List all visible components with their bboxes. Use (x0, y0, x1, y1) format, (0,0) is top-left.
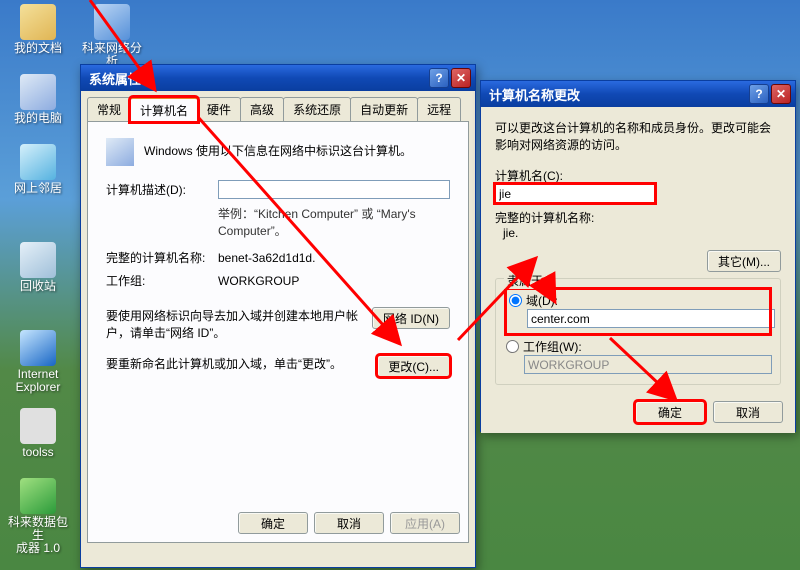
workgroup-label: 工作组: (106, 272, 218, 289)
desktop-icon-ie[interactable]: Internet Explorer (6, 330, 70, 394)
domain-radio[interactable] (509, 294, 522, 307)
titlebar[interactable]: 系统属性 ? ✕ (81, 65, 475, 91)
desktop-icon-toolss[interactable]: toolss (6, 408, 70, 459)
fullname-label: 完整的计算机名称: (106, 249, 218, 266)
member-of-group: 隶属于 域(D): 工作组(W): (495, 278, 781, 385)
apply-button[interactable]: 应用(A) (390, 512, 460, 534)
tab-computer-name[interactable]: 计算机名 (130, 97, 198, 122)
computer-icon (106, 138, 134, 166)
close-button[interactable]: ✕ (771, 84, 791, 104)
tab-general[interactable]: 常规 (87, 97, 131, 122)
intro-text: 可以更改这台计算机的名称和成员身份。更改可能会影响对网络资源的访问。 (495, 119, 781, 153)
change-button[interactable]: 更改(C)... (377, 355, 450, 377)
workgroup-input (524, 355, 772, 374)
tab-auto-update[interactable]: 自动更新 (350, 97, 418, 122)
desc-label: 计算机描述(D): (106, 181, 218, 198)
desktop-icon-network[interactable]: 网上邻居 (6, 144, 70, 195)
workgroup-value: WORKGROUP (218, 274, 299, 288)
title-text: 系统属性 (85, 69, 429, 88)
desc-input[interactable] (218, 180, 450, 199)
fullname-label: 完整的计算机名称: (495, 209, 781, 226)
intro-text: Windows 使用以下信息在网络中标识这台计算机。 (144, 138, 450, 166)
ok-button[interactable]: 确定 (238, 512, 308, 534)
desc-example: 举例：“Kitchen Computer” 或 “Mary's Computer… (218, 205, 450, 239)
name-label: 计算机名(C): (495, 167, 781, 184)
help-button[interactable]: ? (749, 84, 769, 104)
close-button[interactable]: ✕ (451, 68, 471, 88)
cancel-button[interactable]: 取消 (314, 512, 384, 534)
tab-remote[interactable]: 远程 (417, 97, 461, 122)
desktop-icon-computer[interactable]: 我的电脑 (6, 74, 70, 125)
domain-radio-row[interactable]: 域(D): (509, 292, 767, 309)
window-system-properties: 系统属性 ? ✕ 常规 计算机名 硬件 高级 系统还原 自动更新 远程 Wind… (80, 64, 476, 568)
help-button[interactable]: ? (429, 68, 449, 88)
workgroup-radio-row[interactable]: 工作组(W): (506, 338, 770, 355)
netid-text: 要使用网络标识向导去加入域并创建本地用户帐户，请单击“网络 ID”。 (106, 307, 364, 341)
computer-name-input[interactable] (495, 184, 655, 203)
fullname-value: benet-3a62d1d1d. (218, 251, 315, 265)
tab-hardware[interactable]: 硬件 (197, 97, 241, 122)
domain-label: 域(D): (526, 292, 558, 309)
tab-system-restore[interactable]: 系统还原 (283, 97, 351, 122)
desktop-icon-documents[interactable]: 我的文档 (6, 4, 70, 55)
change-text: 要重新命名此计算机或加入域，单击“更改”。 (106, 355, 369, 377)
fullname-value: jie. (495, 226, 781, 240)
desktop-icon-recycle[interactable]: 回收站 (6, 242, 70, 293)
tab-advanced[interactable]: 高级 (240, 97, 284, 122)
title-text: 计算机名称更改 (485, 85, 749, 104)
ok-button[interactable]: 确定 (635, 401, 705, 423)
workgroup-label: 工作组(W): (523, 338, 582, 355)
network-id-button[interactable]: 网络 ID(N) (372, 307, 450, 329)
more-button[interactable]: 其它(M)... (707, 250, 781, 272)
member-legend: 隶属于 (504, 272, 546, 289)
desktop-icon-packetgen[interactable]: 科来数据包生 成器 1.0 (6, 478, 70, 556)
cancel-button[interactable]: 取消 (713, 401, 783, 423)
workgroup-radio[interactable] (506, 340, 519, 353)
titlebar[interactable]: 计算机名称更改 ? ✕ (481, 81, 795, 107)
window-rename: 计算机名称更改 ? ✕ 可以更改这台计算机的名称和成员身份。更改可能会影响对网络… (480, 80, 796, 432)
domain-input[interactable] (527, 309, 775, 328)
tabstrip: 常规 计算机名 硬件 高级 系统还原 自动更新 远程 (81, 91, 475, 122)
